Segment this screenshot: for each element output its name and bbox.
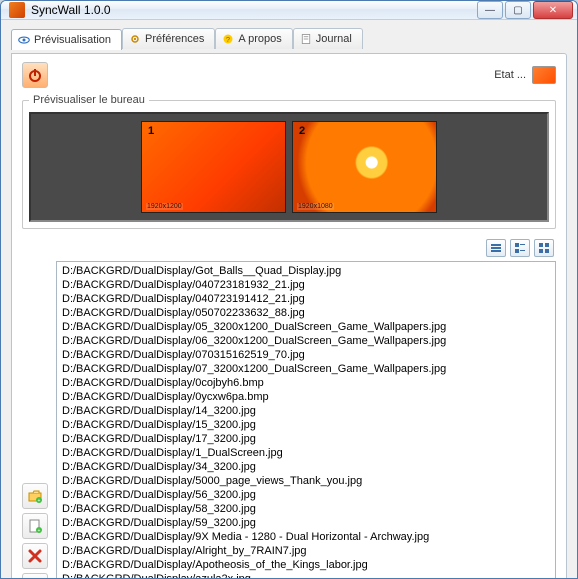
tab-about[interactable]: ? A propos <box>215 28 292 49</box>
tab-preferences[interactable]: Préférences <box>122 28 215 49</box>
list-item[interactable]: D:/BACKGRD/DualDisplay/040723181932_21.j… <box>61 278 551 292</box>
add-folder-button[interactable]: + <box>22 483 48 509</box>
view-list-button[interactable] <box>486 239 506 257</box>
minimize-button[interactable]: — <box>477 1 503 19</box>
file-list[interactable]: D:/BACKGRD/DualDisplay/Got_Balls__Quad_D… <box>57 262 555 579</box>
list-item[interactable]: D:/BACKGRD/DualDisplay/0cojbyh6.bmp <box>61 376 551 390</box>
list-item[interactable]: D:/BACKGRD/DualDisplay/Apotheosis_of_the… <box>61 558 551 572</box>
list-item[interactable]: D:/BACKGRD/DualDisplay/1_DualScreen.jpg <box>61 446 551 460</box>
refresh-button[interactable] <box>22 573 48 579</box>
eye-icon <box>18 34 30 46</box>
screen-resolution: 1920x1200 <box>146 203 183 210</box>
state-indicator: Etat ... <box>494 66 556 84</box>
remove-button[interactable] <box>22 543 48 569</box>
maximize-button[interactable]: ▢ <box>505 1 531 19</box>
tab-panel: Etat ... Prévisualiser le bureau 1 1920x… <box>11 53 567 579</box>
power-button[interactable] <box>22 62 48 88</box>
tab-label: Prévisualisation <box>34 34 111 46</box>
state-label: Etat ... <box>494 69 526 81</box>
list-item[interactable]: D:/BACKGRD/DualDisplay/15_3200.jpg <box>61 418 551 432</box>
svg-text:+: + <box>38 528 41 534</box>
svg-text:?: ? <box>226 35 230 44</box>
tab-label: A propos <box>238 33 281 45</box>
screen-number: 1 <box>148 125 154 137</box>
screen-1[interactable]: 1 1920x1200 <box>141 121 286 213</box>
list-item[interactable]: D:/BACKGRD/DualDisplay/59_3200.jpg <box>61 516 551 530</box>
info-icon: ? <box>222 33 234 45</box>
screen-resolution: 1920x1080 <box>297 203 334 210</box>
file-list-container: D:/BACKGRD/DualDisplay/Got_Balls__Quad_D… <box>56 261 556 579</box>
list-item[interactable]: D:/BACKGRD/DualDisplay/56_3200.jpg <box>61 488 551 502</box>
list-item[interactable]: D:/BACKGRD/DualDisplay/040723191412_21.j… <box>61 292 551 306</box>
client-area: Prévisualisation Préférences ? A propos … <box>1 20 577 579</box>
add-file-button[interactable]: + <box>22 513 48 539</box>
tab-label: Préférences <box>145 33 204 45</box>
list-item[interactable]: D:/BACKGRD/DualDisplay/9X Media - 1280 -… <box>61 530 551 544</box>
state-thumb-icon <box>532 66 556 84</box>
preview-legend: Prévisualiser le bureau <box>29 94 149 106</box>
app-window: SyncWall 1.0.0 — ▢ ✕ Prévisualisation Pr… <box>0 0 578 579</box>
window-buttons: — ▢ ✕ <box>477 1 573 19</box>
list-item[interactable]: D:/BACKGRD/DualDisplay/07_3200x1200_Dual… <box>61 362 551 376</box>
svg-text:+: + <box>38 498 41 504</box>
screen-number: 2 <box>299 125 305 137</box>
list-item[interactable]: D:/BACKGRD/DualDisplay/5000_page_views_T… <box>61 474 551 488</box>
top-row: Etat ... <box>22 62 556 88</box>
list-item[interactable]: D:/BACKGRD/DualDisplay/34_3200.jpg <box>61 460 551 474</box>
view-thumb-button[interactable] <box>534 239 554 257</box>
desktop-preview[interactable]: 1 1920x1200 2 1920x1080 <box>29 112 549 222</box>
preview-fieldset: Prévisualiser le bureau 1 1920x1200 2 19… <box>22 94 556 229</box>
journal-icon <box>300 33 312 45</box>
app-icon <box>9 2 25 18</box>
list-item[interactable]: D:/BACKGRD/DualDisplay/Alright_by_7RAIN7… <box>61 544 551 558</box>
main-row: + + D:/BACKGRD/DualDisplay/Got_Balls__Qu… <box>22 261 556 579</box>
list-item[interactable]: D:/BACKGRD/DualDisplay/Got_Balls__Quad_D… <box>61 264 551 278</box>
list-item[interactable]: D:/BACKGRD/DualDisplay/azula2x.jpg <box>61 572 551 579</box>
tab-label: Journal <box>316 33 352 45</box>
titlebar[interactable]: SyncWall 1.0.0 — ▢ ✕ <box>1 1 577 20</box>
side-tools: + + <box>22 261 50 579</box>
list-item[interactable]: D:/BACKGRD/DualDisplay/05_3200x1200_Dual… <box>61 320 551 334</box>
list-item[interactable]: D:/BACKGRD/DualDisplay/070315162519_70.j… <box>61 348 551 362</box>
window-title: SyncWall 1.0.0 <box>31 3 477 17</box>
list-item[interactable]: D:/BACKGRD/DualDisplay/06_3200x1200_Dual… <box>61 334 551 348</box>
tab-bar: Prévisualisation Préférences ? A propos … <box>11 28 567 49</box>
tab-preview[interactable]: Prévisualisation <box>11 29 122 50</box>
view-detail-button[interactable] <box>510 239 530 257</box>
list-item[interactable]: D:/BACKGRD/DualDisplay/0ycxw6pa.bmp <box>61 390 551 404</box>
list-item[interactable]: D:/BACKGRD/DualDisplay/17_3200.jpg <box>61 432 551 446</box>
list-item[interactable]: D:/BACKGRD/DualDisplay/58_3200.jpg <box>61 502 551 516</box>
view-mode-buttons <box>22 239 554 257</box>
list-item[interactable]: D:/BACKGRD/DualDisplay/14_3200.jpg <box>61 404 551 418</box>
close-button[interactable]: ✕ <box>533 1 573 19</box>
screen-2[interactable]: 2 1920x1080 <box>292 121 437 213</box>
gear-icon <box>129 33 141 45</box>
power-icon <box>27 67 43 83</box>
list-item[interactable]: D:/BACKGRD/DualDisplay/050702233632_88.j… <box>61 306 551 320</box>
tab-journal[interactable]: Journal <box>293 28 363 49</box>
